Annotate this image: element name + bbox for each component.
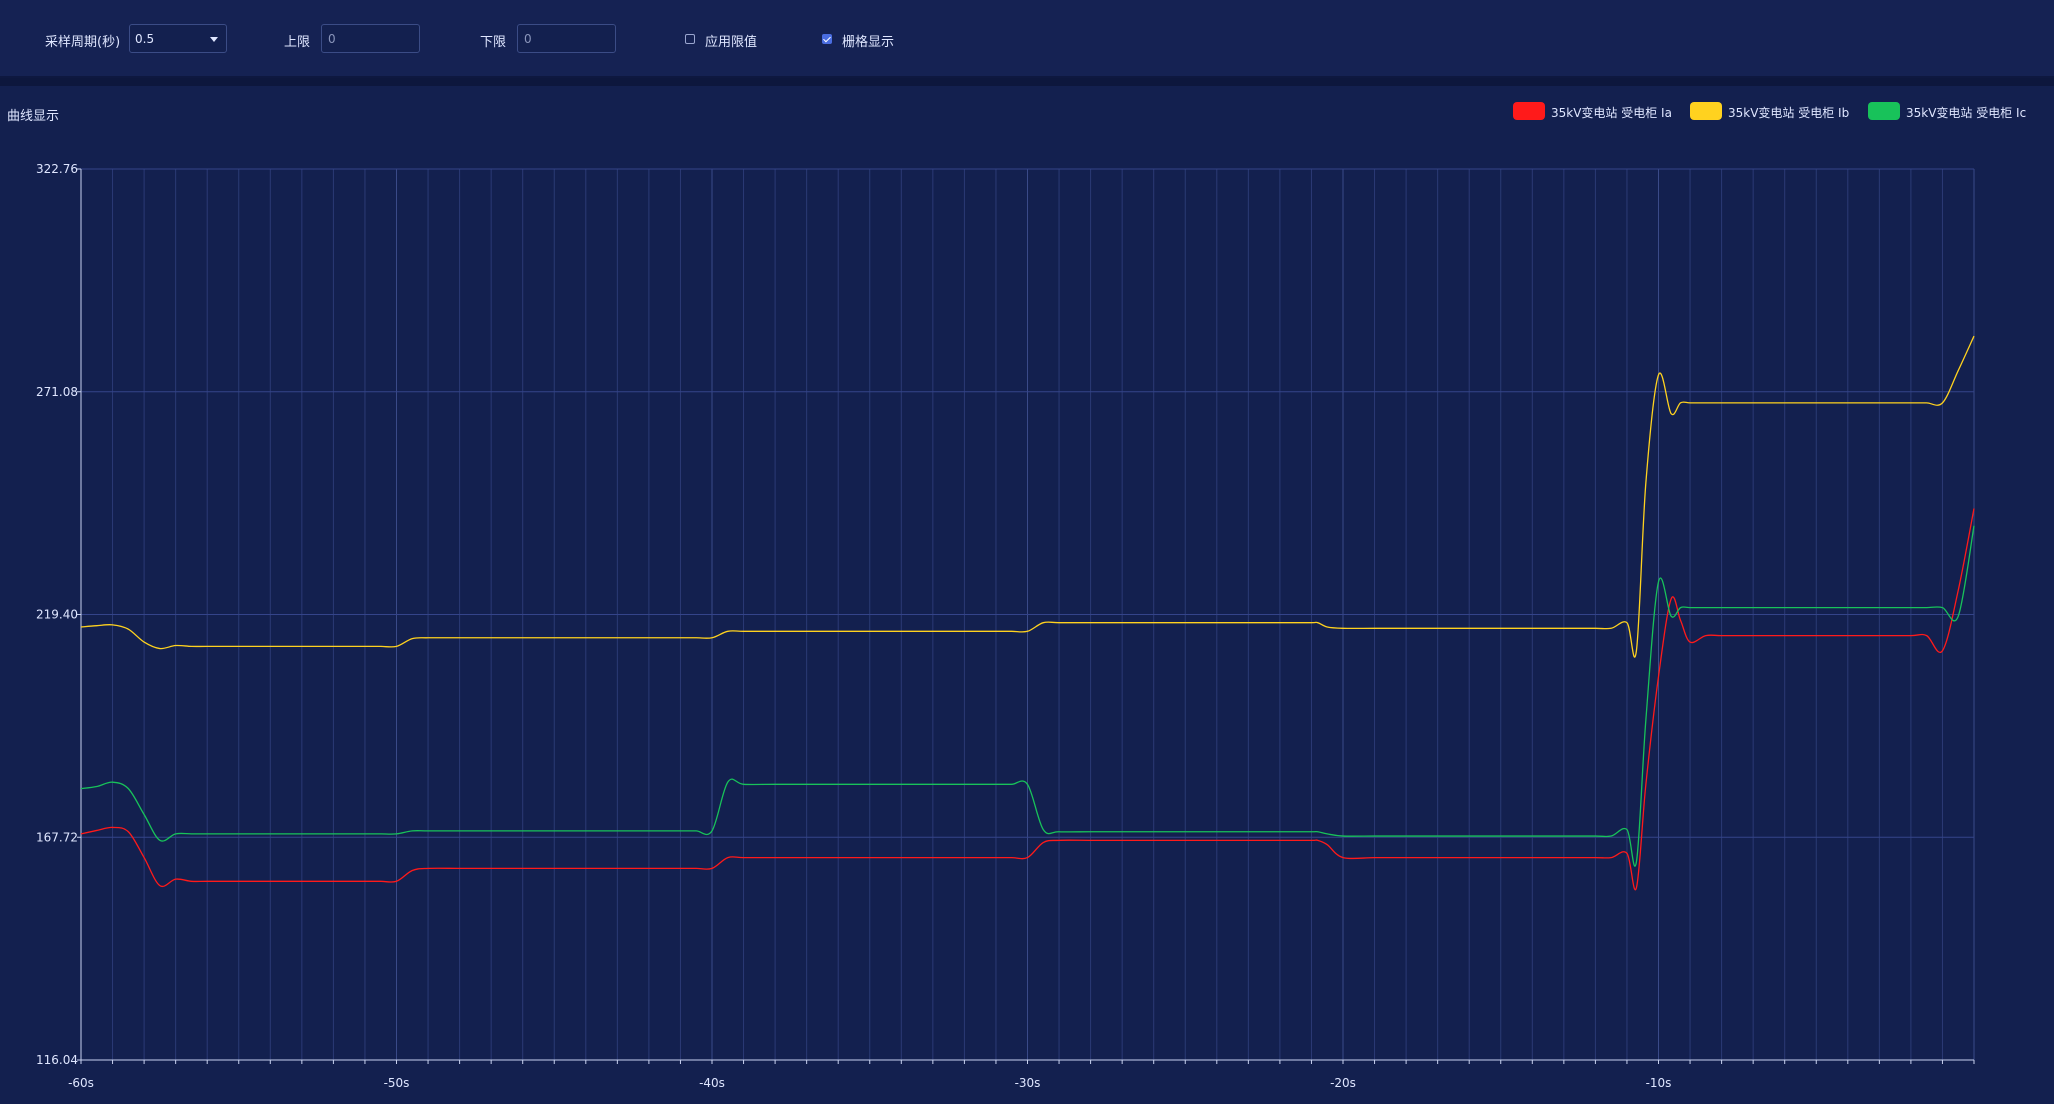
x-tick-label: -10s	[1646, 1076, 1672, 1090]
x-tick-label: -60s	[68, 1076, 94, 1090]
x-tick-label: -20s	[1330, 1076, 1356, 1090]
x-tick-label: -30s	[1015, 1076, 1041, 1090]
y-tick-label: 219.40	[36, 608, 78, 622]
line-chart: 116.04 167.72 219.40 271.08 322.76 -60s -50s -4…	[36, 162, 1975, 1090]
y-tick-label: 167.72	[36, 830, 78, 844]
x-tick-label: -50s	[384, 1076, 410, 1090]
y-tick-label: 116.04	[36, 1053, 78, 1067]
x-tick-label: -40s	[699, 1076, 725, 1090]
y-tick-label: 322.76	[36, 162, 78, 176]
y-tick-label: 271.08	[36, 385, 78, 399]
